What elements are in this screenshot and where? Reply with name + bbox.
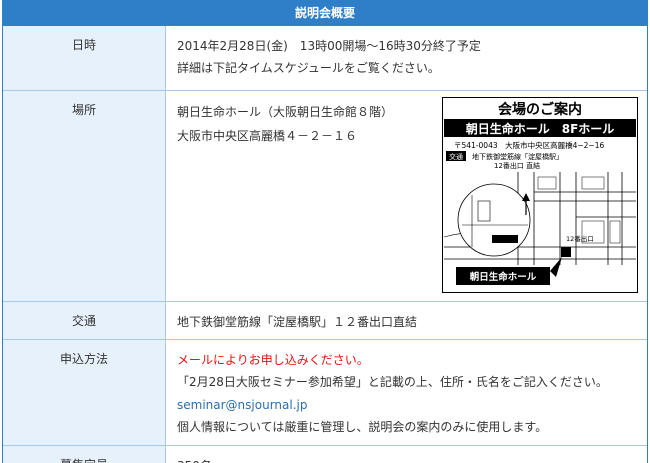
row-apply: 申込方法 メールによりお申し込みください。 「2月28日大阪セミナー参加希望」と… xyxy=(3,339,647,446)
datetime-line: 2014年2月28日(金) 13時00開場～16時30分終了予定 xyxy=(177,39,481,53)
map-access-tag: 交通 xyxy=(449,152,463,161)
map-address: 〒541-0043 大阪市中央区高麗橋4−2−16 xyxy=(454,140,604,150)
row-capacity: 募集定員 350名 xyxy=(3,445,647,463)
apply-subject-note: 「2月28日大阪セミナー参加希望」と記載の上、住所・氏名をご記入ください。 xyxy=(177,375,608,389)
place-label: 場所 xyxy=(3,90,166,302)
row-datetime: 日時 2014年2月28日(金) 13時00開場～16時30分終了予定 詳細は下… xyxy=(3,26,647,91)
map-venue-banner: 朝日生命ホール 8Fホール xyxy=(466,121,615,136)
place-value: 朝日生命ホール（大阪朝日生命館８階） 大阪市中央区高麗橋４－２－１６ 会場のご案… xyxy=(165,90,647,302)
venue-address: 大阪市中央区高麗橋４－２－１６ xyxy=(177,128,358,143)
map-access-line1: 地下鉄御堂筋線「淀屋橋駅」 xyxy=(472,152,563,161)
map-footer-label: 朝日生命ホール xyxy=(470,271,537,283)
datetime-value: 2014年2月28日(金) 13時00開場～16時30分終了予定 詳細は下記タイ… xyxy=(165,26,647,91)
row-place: 場所 朝日生命ホール（大阪朝日生命館８階） 大阪市中央区高麗橋４－２－１６ 会場… xyxy=(3,90,647,302)
apply-email-link[interactable]: seminar@nsjournal.jp xyxy=(177,398,307,412)
venue-map-image: 会場のご案内 朝日生命ホール 8Fホール 〒541-0043 大阪市中央区高麗橋… xyxy=(442,96,638,293)
capacity-label: 募集定員 xyxy=(3,445,166,463)
section-title: 説明会概要 xyxy=(3,0,647,26)
apply-value: メールによりお申し込みください。 「2月28日大阪セミナー参加希望」と記載の上、… xyxy=(165,339,647,446)
map-heading: 会場のご案内 xyxy=(498,101,582,118)
row-access: 交通 地下鉄御堂筋線「淀屋橋駅」１２番出口直結 xyxy=(3,301,647,340)
apply-privacy-note: 個人情報については厳重に管理し、説明会の案内のみに使用します。 xyxy=(177,420,548,434)
overview-table: 日時 2014年2月28日(金) 13時00開場～16時30分終了予定 詳細は下… xyxy=(3,26,647,463)
apply-instruction: メールによりお申し込みください。 xyxy=(177,352,369,367)
map-exit-label: 12番出口 xyxy=(566,234,594,243)
access-label: 交通 xyxy=(3,301,166,340)
venue-name: 朝日生命ホール（大阪朝日生命館８階） xyxy=(177,104,394,119)
apply-label: 申込方法 xyxy=(3,339,166,446)
datetime-note: 詳細は下記タイムスケジュールをご覧ください。 xyxy=(177,61,440,75)
capacity-value: 350名 xyxy=(165,445,647,463)
map-access-line2: 12番出口 直結 xyxy=(494,161,540,170)
seminar-overview-panel: 説明会概要 日時 2014年2月28日(金) 13時00開場～16時30分終了予… xyxy=(2,0,648,463)
datetime-label: 日時 xyxy=(3,26,166,91)
access-value: 地下鉄御堂筋線「淀屋橋駅」１２番出口直結 xyxy=(165,301,647,340)
